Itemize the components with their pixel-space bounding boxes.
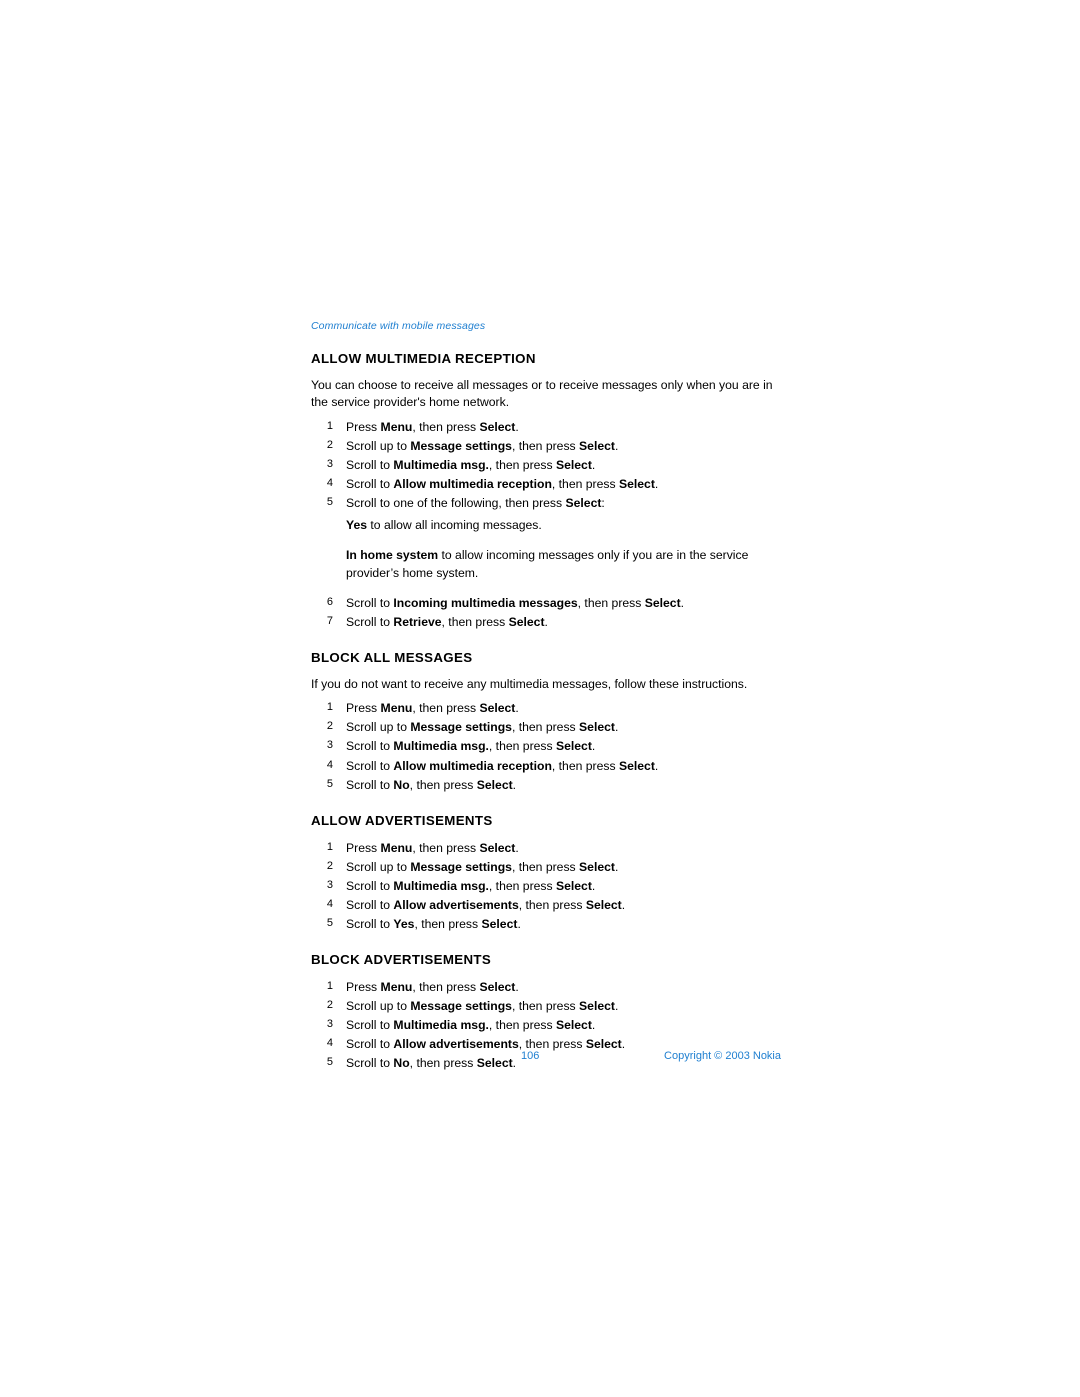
step-text: Press Menu, then press Select. <box>346 979 519 994</box>
step-number: 4 <box>326 476 333 489</box>
instruction-step: 1 Press Menu, then press Select. <box>311 418 781 436</box>
step-text: Scroll to No, then press Select. <box>346 1055 517 1070</box>
step-number: 3 <box>326 878 333 891</box>
instruction-step: 4 Scroll to Allow multimedia reception, t… <box>311 475 781 493</box>
step-text: Scroll to Multimedia msg., then press Se… <box>346 739 596 754</box>
step-number: 5 <box>326 916 333 929</box>
step-text: Scroll to Multimedia msg., then press Se… <box>346 457 596 472</box>
step-text: Scroll to one of the following, then pre… <box>346 495 605 510</box>
instruction-step: 4 Scroll to Allow multimedia reception, t… <box>311 757 781 775</box>
instruction-step: 4 Scroll to Allow advertisements, then pr… <box>311 896 781 914</box>
step-text: Scroll to Yes, then press Select. <box>346 916 521 931</box>
step-text: Scroll to Allow multimedia reception, th… <box>346 476 659 491</box>
step-number: 1 <box>326 701 333 714</box>
instruction-list: 1 Press Menu, then press Select. 2 Scroll u… <box>311 699 781 793</box>
section-intro-paragraph: If you do not want to receive any multim… <box>311 677 748 692</box>
step-number: 4 <box>326 1036 333 1049</box>
step-number: 2 <box>326 438 333 451</box>
instruction-step: 2 Scroll up to Message settings, then pre… <box>311 437 781 455</box>
instruction-step: 3 Scroll to Multimedia msg., then press S… <box>311 456 781 474</box>
step-number: 3 <box>326 1017 333 1030</box>
step-text: Scroll to Retrieve, then press Select. <box>346 615 548 630</box>
instruction-step: 2 Scroll up to Message settings, then pre… <box>311 858 781 876</box>
instruction-substep: Yes to allow all incoming messages. <box>346 517 542 532</box>
instruction-step: 3 Scroll to Multimedia msg., then press S… <box>311 1016 781 1034</box>
instruction-list: 1 Press Menu, then press Select. 2 Scroll u… <box>311 418 781 631</box>
instruction-step: 2 Scroll up to Message settings, then pre… <box>311 997 781 1015</box>
step-number: 6 <box>326 595 333 608</box>
step-number: 2 <box>326 859 333 872</box>
section-heading: ALLOW ADVERTISEMENTS <box>311 812 493 828</box>
step-number: 3 <box>326 457 333 470</box>
instruction-step: 5 Scroll to Yes, then press Select. <box>311 915 781 933</box>
instruction-step: 1 Press Menu, then press Select. <box>311 839 781 857</box>
step-number: 5 <box>326 777 333 790</box>
sections-container: ALLOW MULTIMEDIA RECEPTION You can choose… <box>311 351 781 1072</box>
step-text: Scroll to Multimedia msg., then press Se… <box>346 878 596 893</box>
step-number: 4 <box>326 758 333 771</box>
document-section: ALLOW ADVERTISEMENTS 1 Press Menu, then pr… <box>311 813 781 933</box>
step-text: Scroll up to Message settings, then pres… <box>346 720 619 735</box>
document-page: Communicate with mobile messages ALLOW M… <box>0 0 1080 1397</box>
instruction-step: 3 Scroll to Multimedia msg., then press S… <box>311 737 781 755</box>
step-number: 5 <box>326 495 333 508</box>
page-number: 106 <box>521 1050 540 1062</box>
step-number: 1 <box>326 419 333 432</box>
section-intro-paragraph: You can choose to receive all messages o… <box>311 377 773 410</box>
step-number: 5 <box>326 1055 333 1068</box>
section-heading: BLOCK ADVERTISEMENTS <box>311 951 492 967</box>
instruction-step: 6 Scroll to Incoming multimedia messages,… <box>311 594 781 612</box>
running-head: Communicate with mobile messages <box>311 320 486 332</box>
instruction-step: 1 Press Menu, then press Select. <box>311 978 781 996</box>
document-section: BLOCK ALL MESSAGES If you do not want to … <box>311 650 781 794</box>
document-section: ALLOW MULTIMEDIA RECEPTION You can choose… <box>311 351 781 631</box>
copyright-notice: Copyright © 2003 Nokia <box>664 1050 781 1062</box>
page-content: Communicate with mobile messages ALLOW M… <box>311 320 781 1073</box>
step-text: Scroll to Multimedia msg., then press Se… <box>346 1017 596 1032</box>
step-number: 7 <box>326 615 333 628</box>
step-number: 2 <box>326 998 333 1011</box>
step-text: Scroll to Incoming multimedia messages, … <box>346 595 685 610</box>
step-number: 1 <box>326 979 333 992</box>
step-text: Press Menu, then press Select. <box>346 419 519 434</box>
instruction-step: 3 Scroll to Multimedia msg., then press S… <box>311 877 781 895</box>
step-text: Scroll to Allow multimedia reception, th… <box>346 758 659 773</box>
step-number: 3 <box>326 739 333 752</box>
section-heading: ALLOW MULTIMEDIA RECEPTION <box>311 351 536 366</box>
step-text: Press Menu, then press Select. <box>346 701 519 716</box>
step-number: 2 <box>326 720 333 733</box>
section-heading: BLOCK ALL MESSAGES <box>311 650 473 666</box>
step-text: Scroll to No, then press Select. <box>346 777 517 792</box>
step-number: 4 <box>326 897 333 910</box>
instruction-list: 1 Press Menu, then press Select. 2 Scroll u… <box>311 839 781 933</box>
step-text: Scroll up to Message settings, then pres… <box>346 438 619 453</box>
step-text: Press Menu, then press Select. <box>346 840 519 855</box>
step-number: 1 <box>326 840 333 853</box>
step-text: Scroll up to Message settings, then pres… <box>346 859 619 874</box>
step-text: Scroll to Allow advertisements, then pre… <box>346 897 626 912</box>
instruction-step: 2 Scroll up to Message settings, then pre… <box>311 718 781 736</box>
instruction-substep: In home system to allow incoming message… <box>346 547 749 580</box>
instruction-step: 7 Scroll to Retrieve, then press Select. <box>311 613 781 631</box>
instruction-step: 5 Scroll to No, then press Select. <box>311 776 781 794</box>
instruction-step: 1 Press Menu, then press Select. <box>311 699 781 717</box>
instruction-step: 5 Scroll to one of the following, then pr… <box>311 494 781 512</box>
step-text: Scroll to Allow advertisements, then pre… <box>346 1036 626 1051</box>
step-text: Scroll up to Message settings, then pres… <box>346 998 619 1013</box>
